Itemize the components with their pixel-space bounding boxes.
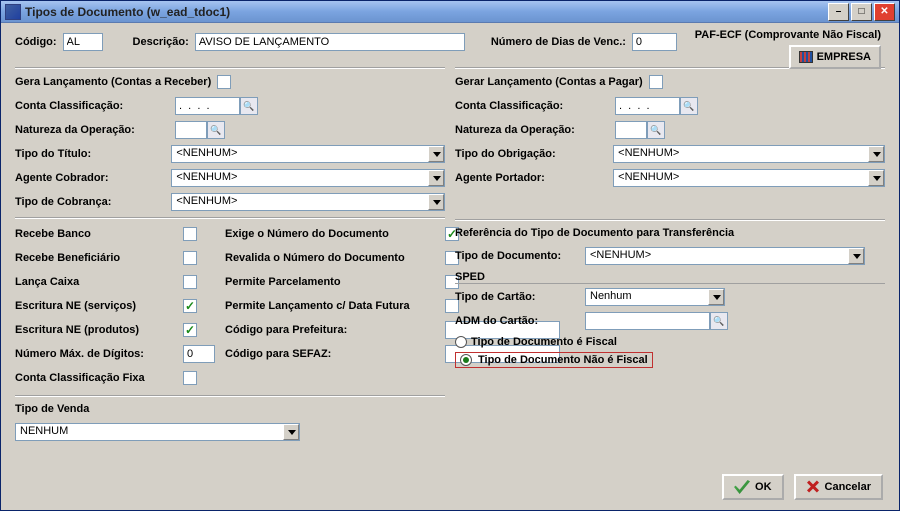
dias-venc-input[interactable]: [632, 33, 677, 51]
empresa-button-label: EMPRESA: [817, 51, 871, 63]
permite-lanc-label: Permite Lançamento c/ Data Futura: [225, 300, 445, 312]
tipo-titulo-select[interactable]: <NENHUM>: [171, 145, 445, 163]
agente-cobrador-label: Agente Cobrador:: [15, 172, 171, 184]
radio-nao-fiscal-label: Tipo de Documento Não é Fiscal: [478, 354, 648, 366]
num-max-label: Número Máx. de Dígitos:: [15, 348, 183, 360]
receber-natureza-lookup[interactable]: 🔍: [207, 121, 225, 139]
recebe-benef-label: Recebe Beneficiário: [15, 252, 183, 264]
receber-natureza-label: Natureza da Operação:: [15, 124, 175, 136]
pagar-title: Gerar Lançamento (Contas a Pagar): [455, 76, 643, 88]
chevron-down-icon: [283, 424, 299, 440]
descricao-label: Descrição:: [133, 36, 189, 48]
recebe-benef-checkbox[interactable]: [183, 251, 197, 265]
receber-checkbox[interactable]: [217, 75, 231, 89]
conta-fixa-label: Conta Classificação Fixa: [15, 372, 183, 384]
receber-conta-input[interactable]: [175, 97, 240, 115]
pagar-conta-input[interactable]: [615, 97, 680, 115]
pagar-natureza-label: Natureza da Operação:: [455, 124, 615, 136]
tipo-cobranca-select[interactable]: <NENHUM>: [171, 193, 445, 211]
sped-label: SPED: [455, 271, 885, 284]
chart-icon: [799, 51, 813, 63]
pagar-conta-label: Conta Classificação:: [455, 100, 615, 112]
codigo-label: Código:: [15, 36, 57, 48]
recebe-banco-checkbox[interactable]: [183, 227, 197, 241]
radio-nao-fiscal-highlight: Tipo de Documento Não é Fiscal: [455, 352, 653, 368]
receber-natureza-input[interactable]: [175, 121, 207, 139]
chevron-down-icon: [868, 146, 884, 162]
x-icon: [806, 480, 820, 494]
cancel-button-label: Cancelar: [825, 481, 871, 493]
tipo-obrig-select[interactable]: <NENHUM>: [613, 145, 885, 163]
escritura-serv-checkbox[interactable]: [183, 299, 197, 313]
codigo-input[interactable]: [63, 33, 103, 51]
permite-parc-label: Permite Parcelamento: [225, 276, 445, 288]
escritura-prod-checkbox[interactable]: [183, 323, 197, 337]
conta-fixa-checkbox[interactable]: [183, 371, 197, 385]
check-icon: [734, 480, 750, 494]
pagar-conta-lookup[interactable]: 🔍: [680, 97, 698, 115]
pagar-natureza-lookup[interactable]: 🔍: [647, 121, 665, 139]
chevron-down-icon: [428, 146, 444, 162]
window-title: Tipos de Documento (w_ead_tdoc1): [25, 5, 230, 19]
minimize-button[interactable]: –: [828, 3, 849, 21]
pagar-checkbox[interactable]: [649, 75, 663, 89]
adm-cartao-label: ADM do Cartão:: [455, 315, 585, 327]
escritura-prod-label: Escritura NE (produtos): [15, 324, 183, 336]
adm-cartao-lookup[interactable]: 🔍: [710, 312, 728, 330]
dias-venc-label: Número de Dias de Venc.:: [491, 36, 626, 48]
close-button[interactable]: ✕: [874, 3, 895, 21]
lanca-caixa-label: Lança Caixa: [15, 276, 183, 288]
radio-fiscal-label: Tipo de Documento é Fiscal: [471, 336, 617, 348]
receber-title: Gera Lançamento (Contas a Receber): [15, 76, 211, 88]
tipo-titulo-label: Tipo do Título:: [15, 148, 171, 160]
ok-button-label: OK: [755, 481, 772, 493]
num-max-input[interactable]: [183, 345, 215, 363]
tipo-venda-title: Tipo de Venda: [15, 403, 89, 415]
empresa-button[interactable]: EMPRESA: [789, 45, 881, 69]
receber-conta-lookup[interactable]: 🔍: [240, 97, 258, 115]
ref-tipo-doc-select[interactable]: <NENHUM>: [585, 247, 865, 265]
recebe-banco-label: Recebe Banco: [15, 228, 183, 240]
chevron-down-icon: [868, 170, 884, 186]
cod-sefaz-label: Código para SEFAZ:: [225, 348, 445, 360]
ref-title: Referência do Tipo de Documento para Tra…: [455, 227, 734, 239]
radio-nao-fiscal[interactable]: [460, 354, 472, 366]
radio-fiscal[interactable]: [455, 336, 467, 348]
receber-conta-label: Conta Classificação:: [15, 100, 175, 112]
paf-label: PAF-ECF (Comprovante Não Fiscal): [695, 29, 881, 41]
escritura-serv-label: Escritura NE (serviços): [15, 300, 183, 312]
cancel-button[interactable]: Cancelar: [794, 474, 883, 500]
exige-num-label: Exige o Número do Documento: [225, 228, 445, 240]
tipo-cobranca-label: Tipo de Cobrança:: [15, 196, 171, 208]
titlebar: Tipos de Documento (w_ead_tdoc1) – □ ✕: [1, 1, 899, 23]
chevron-down-icon: [428, 170, 444, 186]
adm-cartao-input[interactable]: [585, 312, 710, 330]
descricao-input[interactable]: [195, 33, 465, 51]
agente-cobrador-select[interactable]: <NENHUM>: [171, 169, 445, 187]
chevron-down-icon: [708, 289, 724, 305]
tipo-cartao-select[interactable]: Nenhum: [585, 288, 725, 306]
cod-pref-label: Código para Prefeitura:: [225, 324, 445, 336]
ok-button[interactable]: OK: [722, 474, 784, 500]
chevron-down-icon: [848, 248, 864, 264]
agente-portador-select[interactable]: <NENHUM>: [613, 169, 885, 187]
pagar-natureza-input[interactable]: [615, 121, 647, 139]
tipo-venda-select[interactable]: NENHUM: [15, 423, 300, 441]
revalida-label: Revalida o Número do Documento: [225, 252, 445, 264]
tipo-obrig-label: Tipo do Obrigação:: [455, 148, 613, 160]
ref-tipo-doc-label: Tipo de Documento:: [455, 250, 585, 262]
maximize-button[interactable]: □: [851, 3, 872, 21]
agente-portador-label: Agente Portador:: [455, 172, 613, 184]
lanca-caixa-checkbox[interactable]: [183, 275, 197, 289]
tipo-cartao-label: Tipo de Cartão:: [455, 291, 585, 303]
chevron-down-icon: [428, 194, 444, 210]
app-icon: [5, 4, 21, 20]
